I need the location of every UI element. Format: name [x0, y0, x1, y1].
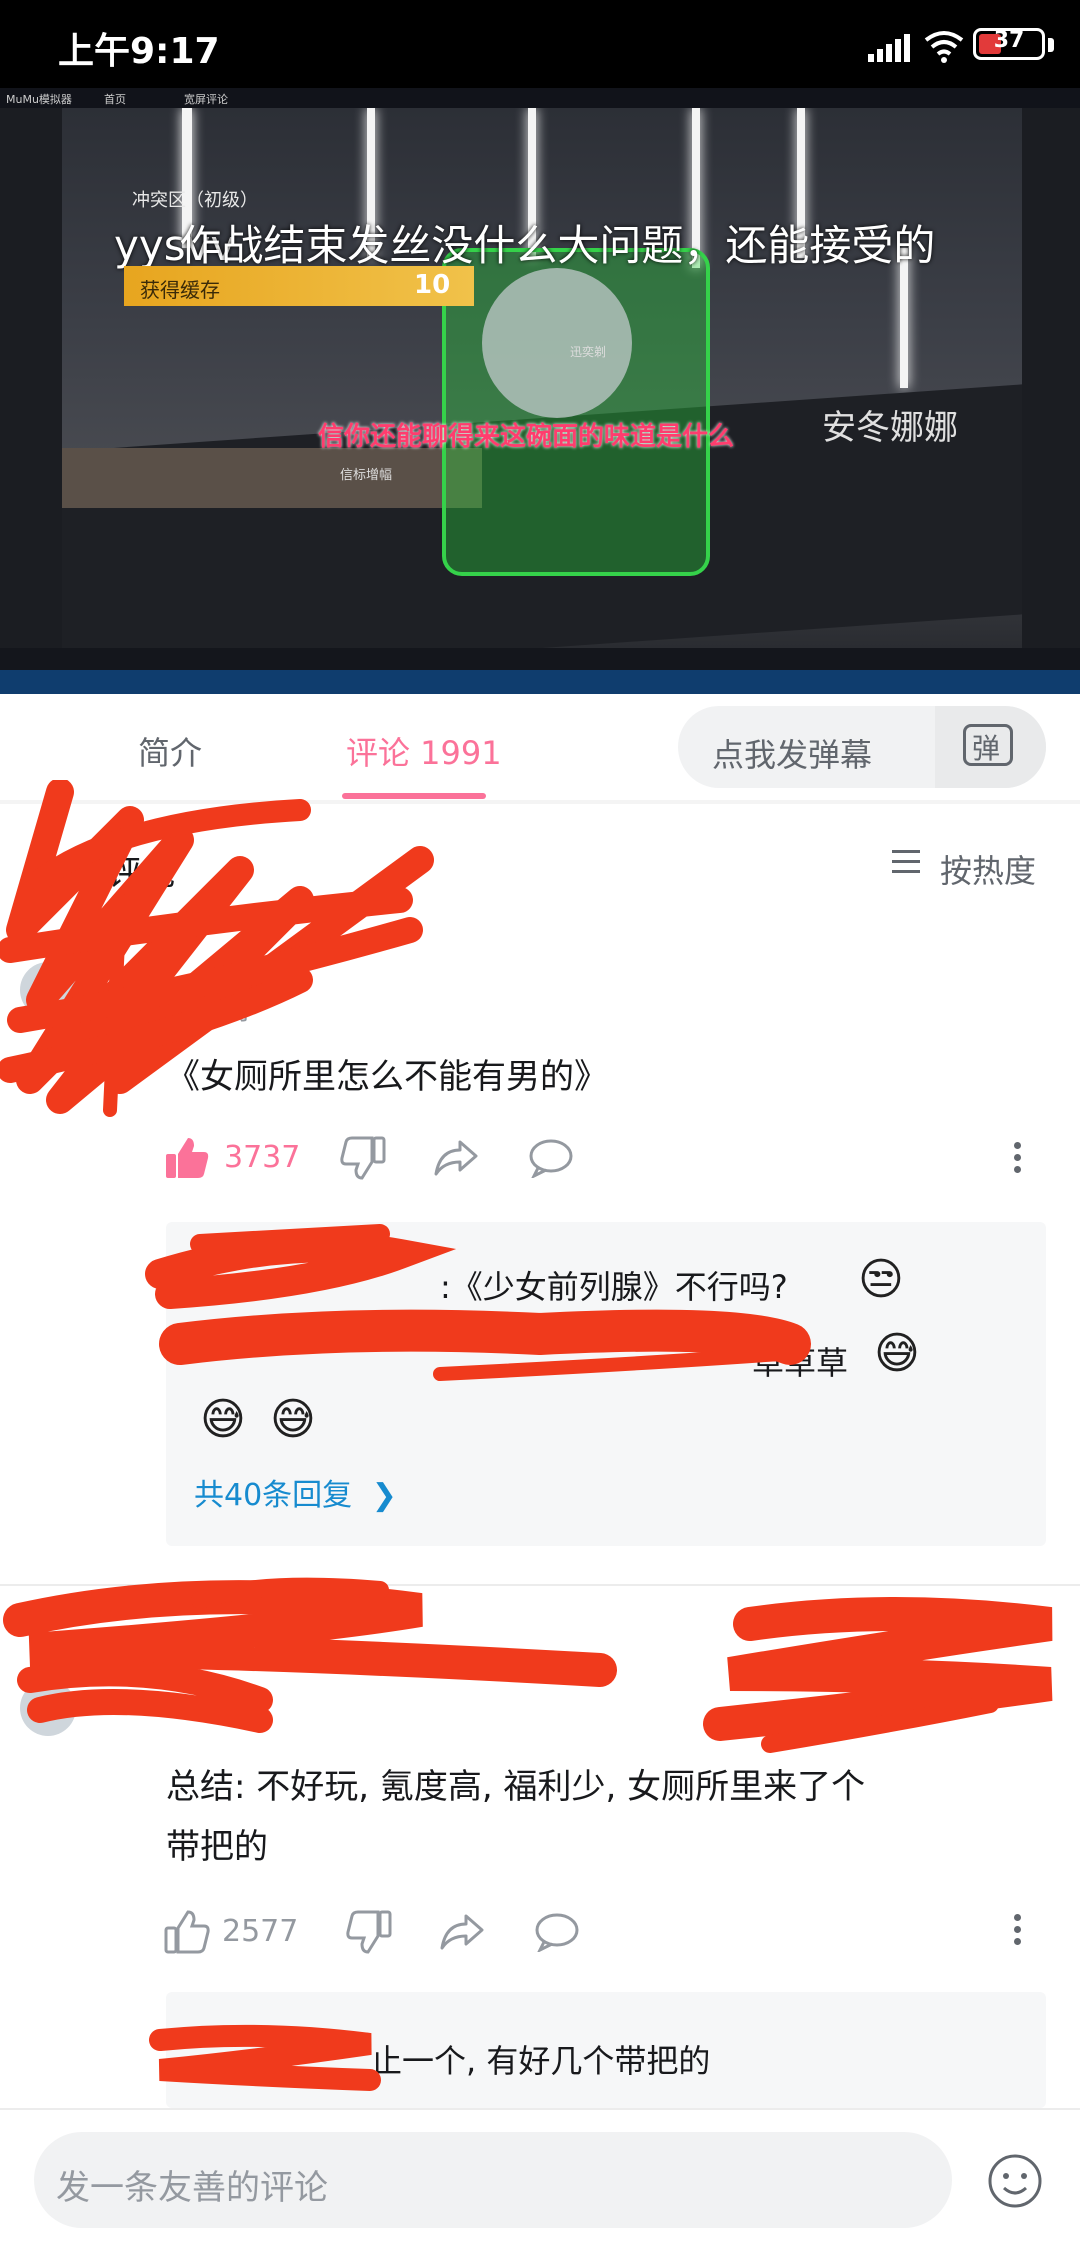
- tab-intro[interactable]: 简介: [138, 728, 202, 774]
- redaction-scribble: [149, 2024, 381, 2091]
- wifi-icon: [924, 31, 964, 63]
- reply-icon[interactable]: [528, 1138, 574, 1178]
- share-icon[interactable]: [438, 1912, 486, 1952]
- battery-percent: 37: [993, 28, 1025, 53]
- danmaku-icon-text: 弹: [972, 732, 1001, 765]
- like-icon[interactable]: [164, 1136, 210, 1180]
- char-top-label: 迅奕剃: [570, 345, 607, 359]
- reply-text: 止一个, 有好几个带把的: [370, 2042, 711, 2080]
- emulator-tab-home[interactable]: 首页: [104, 91, 126, 107]
- emulator-title: MuMu模拟器: [6, 93, 72, 106]
- redaction-scribble: [3, 1577, 617, 1733]
- comment-text-line1: 总结: 不好玩, 氪度高, 福利少, 女厕所里来了个: [166, 1767, 866, 1807]
- more-icon[interactable]: [1014, 1142, 1022, 1178]
- like-count: 3737: [224, 1140, 301, 1175]
- reward-value: 10: [414, 270, 451, 300]
- small-label: 信标增幅: [340, 468, 393, 483]
- reward-banner: 获得缓存 10: [124, 266, 474, 306]
- emoji-picker-icon[interactable]: [986, 2152, 1044, 2210]
- dislike-icon[interactable]: [346, 1910, 392, 1954]
- signal-icon: [868, 34, 912, 62]
- redaction-scribble: [0, 780, 434, 1117]
- reply-count: 共40条回复: [194, 1478, 353, 1513]
- danmaku-overlay-text: 作战结束发丝没什么大问题，还能接受的: [179, 221, 936, 270]
- video-player[interactable]: MuMu模拟器 首页 宽屏评论 72 冲突区（初级） yysvv作战结束发丝没什…: [0, 88, 1080, 694]
- sort-label[interactable]: 按热度: [940, 846, 1036, 892]
- sort-icon[interactable]: [892, 846, 920, 873]
- more-icon[interactable]: [1014, 1914, 1022, 1950]
- battery-icon: 37: [973, 28, 1045, 60]
- reward-label: 获得缓存: [140, 278, 220, 302]
- video-subtitle: 信你还能聊得来这碗面的味道是什么: [318, 422, 735, 452]
- status-time: 上午9:17: [58, 31, 220, 72]
- tab-comments[interactable]: 评论 1991: [346, 728, 502, 774]
- dislike-icon[interactable]: [340, 1136, 386, 1180]
- emulator-titlebar: MuMu模拟器 首页 宽屏评论: [0, 88, 1080, 108]
- danmaku-icon: 弹: [963, 724, 1013, 766]
- like-count: 2577: [222, 1914, 299, 1949]
- like-icon[interactable]: [164, 1910, 210, 1954]
- battery-cap: [1048, 38, 1054, 52]
- reply-icon[interactable]: [534, 1912, 580, 1952]
- chevron-right-icon: ❯: [371, 1478, 397, 1513]
- zone-label: 冲突区（初级）: [132, 190, 258, 211]
- windows-taskbar: [0, 670, 1080, 694]
- danmaku-placeholder: 点我发弹幕: [712, 736, 873, 774]
- share-icon[interactable]: [432, 1138, 480, 1178]
- danmaku-toggle-button[interactable]: 弹: [935, 706, 1046, 788]
- character-name: 安冬娜娜: [822, 408, 958, 448]
- comment-text-line2: 带把的: [166, 1827, 268, 1867]
- emulator-tab-game[interactable]: 宽屏评论: [184, 91, 228, 107]
- comment-input-placeholder: 发一条友善的评论: [56, 2168, 328, 2208]
- redaction-scribble: [703, 1597, 1053, 1753]
- view-replies-link[interactable]: 共40条回复 ❯: [194, 1470, 397, 1514]
- redaction-scribble: [145, 1224, 811, 1381]
- danmaku-overlay: yysvv作战结束发丝没什么大问题，还能接受的: [114, 212, 935, 273]
